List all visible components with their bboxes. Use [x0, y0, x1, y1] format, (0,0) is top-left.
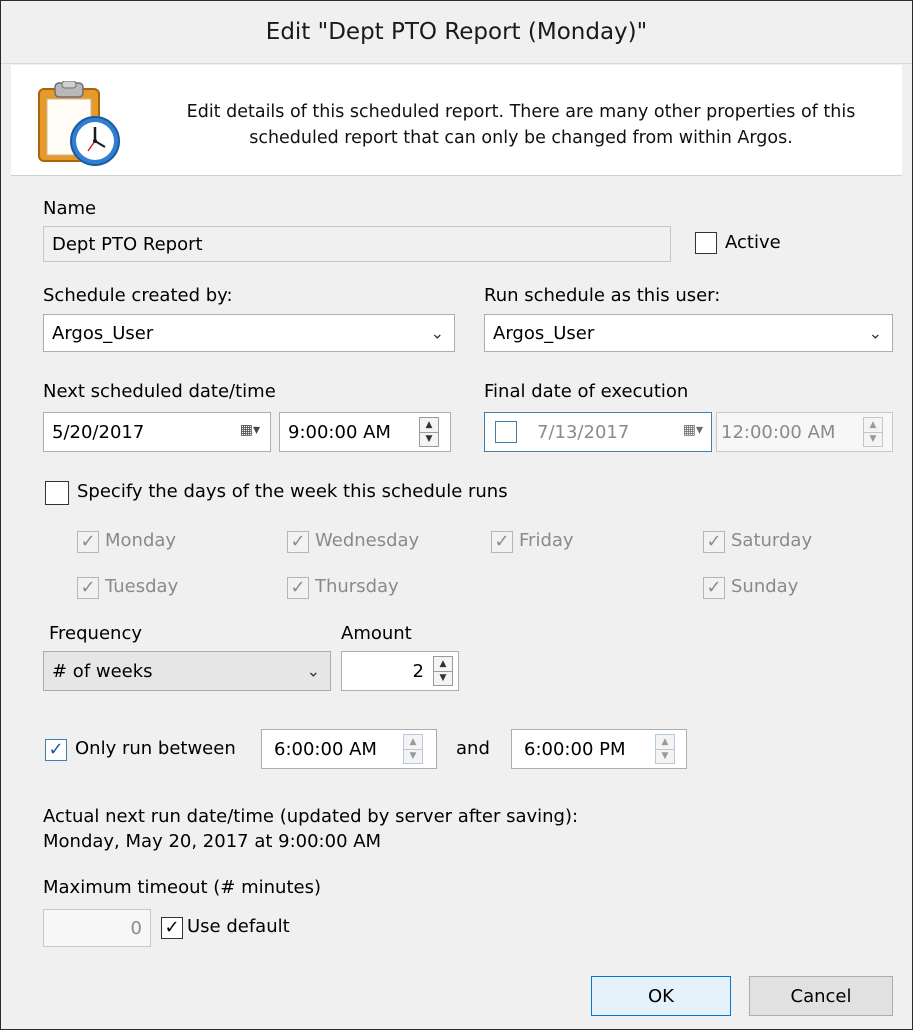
calendar-dropdown-icon[interactable]: ▦▾ — [683, 422, 703, 438]
specify-days-checkbox[interactable] — [45, 481, 69, 505]
sunday-checkbox[interactable]: ✓ — [703, 577, 725, 599]
spinner-down-icon[interactable]: ▼ — [434, 671, 452, 685]
monday-label: Monday — [105, 530, 177, 551]
wednesday-label: Wednesday — [315, 530, 420, 551]
next-run-label: Actual next run date/time (updated by se… — [43, 806, 579, 827]
spinner-down-icon[interactable]: ▼ — [404, 749, 422, 763]
thursday-checkbox[interactable]: ✓ — [287, 577, 309, 599]
spinner-down-icon[interactable]: ▼ — [656, 749, 674, 763]
header-line-1: Edit details of this scheduled report. T… — [186, 102, 856, 122]
cancel-button[interactable]: Cancel — [749, 976, 893, 1016]
final-date-value: 7/13/2017 — [537, 422, 630, 443]
final-date-enable-checkbox[interactable] — [495, 421, 517, 443]
next-scheduled-date: 5/20/2017 — [52, 421, 145, 443]
timeout-value: 0 — [130, 917, 142, 939]
final-date-field[interactable]: 7/13/2017 ▦▾ — [484, 412, 712, 452]
frequency-value: # of weeks — [52, 660, 153, 682]
edit-schedule-dialog: Edit "Dept PTO Report (Monday)" Edit det… — [0, 0, 913, 1030]
saturday-checkbox[interactable]: ✓ — [703, 531, 725, 553]
only-run-start: 6:00:00 AM — [274, 738, 377, 760]
tuesday-label: Tuesday — [105, 576, 179, 597]
run-as-combo[interactable]: Argos_User ⌄ — [484, 314, 893, 352]
dialog-header: Edit details of this scheduled report. T… — [11, 65, 902, 176]
spinner-up-icon[interactable]: ▲ — [864, 418, 882, 433]
dialog-title: Edit "Dept PTO Report (Monday)" — [265, 19, 648, 45]
amount-value: 2 — [412, 660, 424, 682]
use-default-checkbox[interactable]: ✓ — [161, 917, 183, 939]
spinner-up-icon[interactable]: ▲ — [656, 735, 674, 750]
final-date-label: Final date of execution — [484, 381, 689, 402]
spinner-up-icon[interactable]: ▲ — [420, 418, 438, 433]
created-by-combo[interactable]: Argos_User ⌄ — [43, 314, 455, 352]
frequency-label: Frequency — [49, 623, 142, 644]
name-label: Name — [43, 198, 97, 219]
amount-spinner[interactable]: ▲ ▼ — [433, 656, 453, 686]
header-description: Edit details of this scheduled report. T… — [141, 99, 901, 151]
next-time-spinner[interactable]: ▲ ▼ — [419, 417, 439, 447]
next-scheduled-time: 9:00:00 AM — [288, 421, 391, 443]
run-as-value: Argos_User — [493, 322, 595, 344]
specify-days-label: Specify the days of the week this schedu… — [77, 481, 508, 502]
end-time-spinner[interactable]: ▲ ▼ — [655, 734, 675, 764]
thursday-label: Thursday — [315, 576, 399, 597]
next-scheduled-date-field[interactable]: 5/20/2017 ▦▾ — [43, 412, 271, 452]
spinner-down-icon[interactable]: ▼ — [420, 432, 438, 446]
name-field[interactable]: Dept PTO Report — [43, 226, 671, 262]
calendar-dropdown-icon[interactable]: ▦▾ — [240, 422, 260, 438]
use-default-label: Use default — [187, 916, 290, 937]
amount-label: Amount — [341, 623, 412, 644]
frequency-combo[interactable]: # of weeks ⌄ — [43, 651, 331, 691]
final-time-value: 12:00:00 AM — [721, 421, 836, 443]
start-time-spinner[interactable]: ▲ ▼ — [403, 734, 423, 764]
run-as-label: Run schedule as this user: — [484, 285, 721, 306]
active-checkbox[interactable] — [695, 232, 717, 254]
monday-checkbox[interactable]: ✓ — [77, 531, 99, 553]
timeout-label: Maximum timeout (# minutes) — [43, 877, 321, 898]
created-by-label: Schedule created by: — [43, 285, 233, 306]
final-time-spinner[interactable]: ▲ ▼ — [863, 417, 883, 447]
active-label: Active — [725, 232, 781, 253]
title-bar: Edit "Dept PTO Report (Monday)" — [1, 1, 912, 64]
only-run-end: 6:00:00 PM — [524, 738, 626, 760]
and-label: and — [456, 738, 490, 759]
friday-label: Friday — [519, 530, 574, 551]
spinner-up-icon[interactable]: ▲ — [434, 657, 452, 672]
friday-checkbox[interactable]: ✓ — [491, 531, 513, 553]
saturday-label: Saturday — [731, 530, 813, 551]
chevron-down-icon[interactable]: ⌄ — [869, 324, 882, 343]
header-line-2: scheduled report that can only be change… — [249, 128, 793, 148]
chevron-down-icon[interactable]: ⌄ — [307, 662, 320, 681]
next-scheduled-label: Next scheduled date/time — [43, 381, 276, 402]
chevron-down-icon[interactable]: ⌄ — [431, 324, 444, 343]
spinner-down-icon[interactable]: ▼ — [864, 432, 882, 446]
only-run-label: Only run between — [75, 738, 236, 759]
wednesday-checkbox[interactable]: ✓ — [287, 531, 309, 553]
ok-button[interactable]: OK — [591, 976, 731, 1016]
spinner-up-icon[interactable]: ▲ — [404, 735, 422, 750]
tuesday-checkbox[interactable]: ✓ — [77, 577, 99, 599]
clipboard-clock-icon — [38, 81, 120, 166]
next-run-value: Monday, May 20, 2017 at 9:00:00 AM — [43, 831, 382, 852]
created-by-value: Argos_User — [52, 322, 154, 344]
timeout-field[interactable]: 0 — [43, 909, 151, 947]
sunday-label: Sunday — [731, 576, 799, 597]
only-run-checkbox[interactable]: ✓ — [45, 739, 67, 761]
